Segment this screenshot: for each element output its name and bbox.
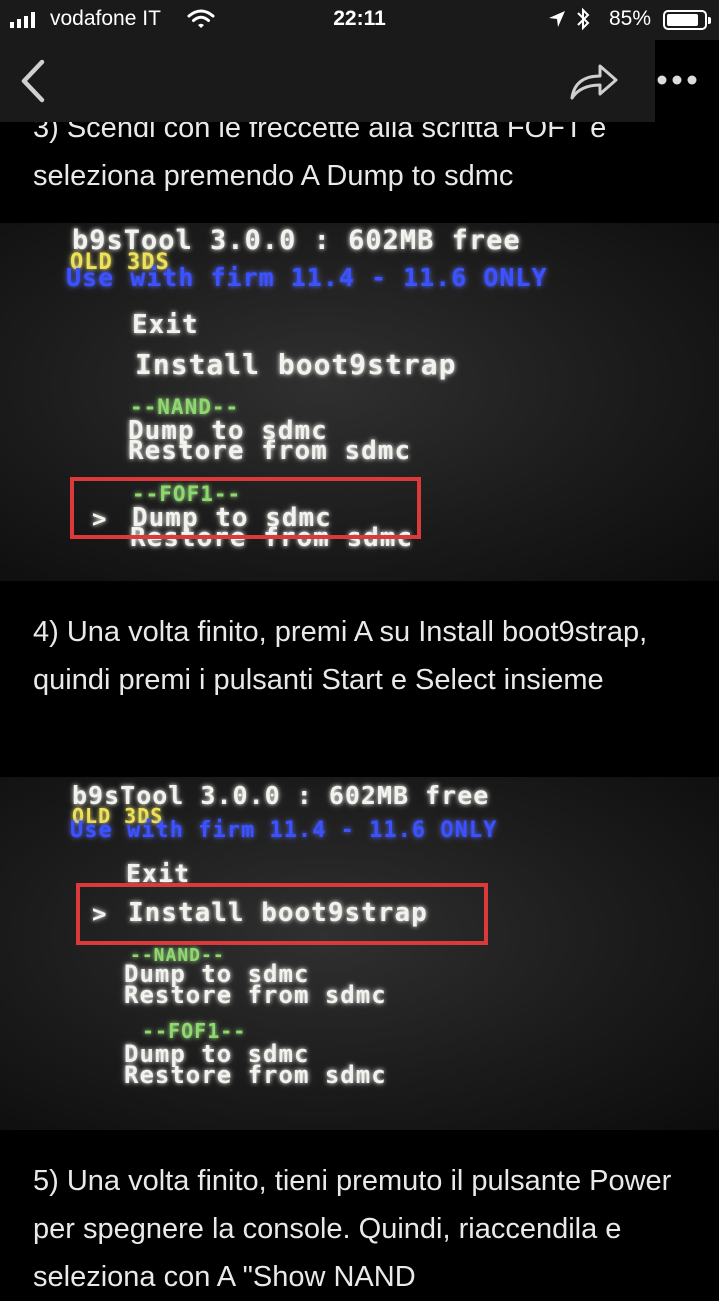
firmware-warning: Use with firm 11.4 - 11.6 ONLY bbox=[70, 818, 498, 843]
battery-icon bbox=[663, 10, 711, 30]
battery-percent: 85% bbox=[608, 7, 651, 30]
location-icon bbox=[549, 11, 565, 27]
step-5-text: 5) Una volta finito, tieni premuto il pu… bbox=[33, 1165, 672, 1293]
highlight-box bbox=[70, 477, 421, 539]
more-options-button[interactable] bbox=[655, 40, 719, 122]
highlight-box bbox=[76, 883, 488, 945]
bluetooth-icon bbox=[577, 7, 590, 31]
navigation-bar bbox=[0, 40, 655, 122]
firmware-warning: Use with firm 11.4 - 11.6 ONLY bbox=[66, 263, 548, 292]
menu-fof-restore: Restore from sdmc bbox=[124, 1061, 387, 1089]
step-4-text: 4) Una volta finito, premi A su Install … bbox=[33, 616, 648, 696]
screenshot-photo-install: b9sTool 3.0.0 : 602MB free OLD 3DS Use w… bbox=[0, 777, 719, 1130]
menu-nand-restore: Restore from sdmc bbox=[124, 981, 387, 1009]
menu-exit: Exit bbox=[132, 310, 199, 340]
screenshot-photo-dump: b9sTool 3.0.0 : 602MB free OLD 3DS Use w… bbox=[0, 223, 719, 581]
status-bar: vodafone IT 22:11 85% bbox=[0, 0, 719, 40]
share-button[interactable] bbox=[566, 58, 620, 104]
back-button[interactable] bbox=[14, 58, 54, 104]
menu-install-boot9strap: Install boot9strap bbox=[135, 348, 457, 381]
menu-nand-restore: Restore from sdmc bbox=[128, 436, 412, 466]
